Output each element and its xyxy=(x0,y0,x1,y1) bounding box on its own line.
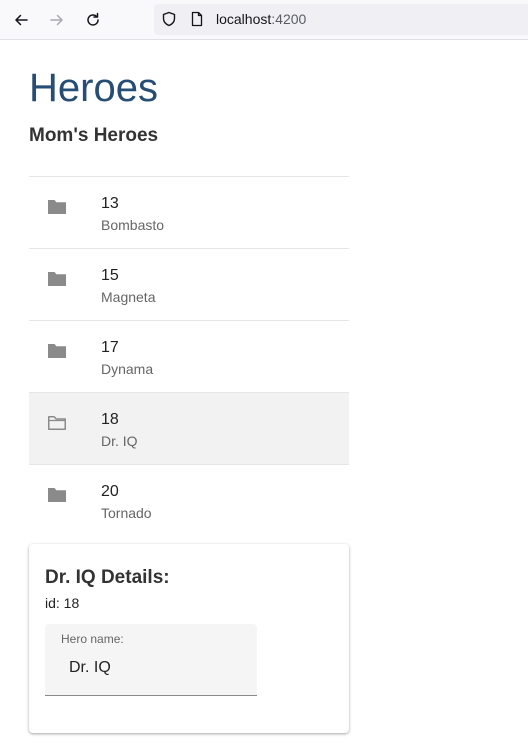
page-title: Heroes xyxy=(29,66,158,110)
url-host: localhost xyxy=(216,11,272,27)
details-title: Dr. IQ Details: xyxy=(45,567,170,588)
arrow-right-icon xyxy=(50,14,63,26)
arrow-left-icon xyxy=(15,14,28,26)
hero-name-input[interactable] xyxy=(61,656,249,680)
folder-open-outline-icon xyxy=(45,411,69,435)
hero-id: 17 xyxy=(101,339,119,356)
hero-list-item[interactable]: 17 Dynama xyxy=(29,321,349,393)
hero-name-field[interactable]: Hero name: xyxy=(45,624,257,696)
hero-name-label: Hero name: xyxy=(61,632,124,646)
url-bar[interactable]: localhost:4200 xyxy=(154,4,528,35)
hero-name: Dr. IQ xyxy=(101,433,138,449)
folder-icon xyxy=(45,483,69,507)
hero-id: 15 xyxy=(101,267,119,284)
hero-list-item[interactable]: 20 Tornado xyxy=(29,465,349,536)
hero-list-item[interactable]: 15 Magneta xyxy=(29,249,349,321)
hero-list: 13 Bombasto 15 Magneta 17 Dynama 18 Dr. … xyxy=(29,176,349,536)
browser-toolbar: localhost:4200 xyxy=(0,0,528,40)
list-title: Mom's Heroes xyxy=(29,125,159,146)
url-port: :4200 xyxy=(271,11,307,27)
hero-name: Magneta xyxy=(101,289,156,305)
hero-name: Dynama xyxy=(101,361,154,377)
back-button[interactable] xyxy=(8,7,34,33)
hero-id: 20 xyxy=(101,483,119,500)
reload-button[interactable] xyxy=(80,7,106,33)
hero-list-item-selected[interactable]: 18 Dr. IQ xyxy=(29,393,349,465)
folder-icon xyxy=(45,339,69,363)
page-icon[interactable] xyxy=(189,11,205,27)
hero-id: 13 xyxy=(101,195,119,212)
reload-icon xyxy=(87,12,99,26)
hero-name: Tornado xyxy=(101,505,152,521)
url-text[interactable]: localhost:4200 xyxy=(216,11,306,28)
shield-icon[interactable] xyxy=(161,11,177,27)
details-id: id: 18 xyxy=(45,595,80,611)
hero-details-card: Dr. IQ Details: id: 18 Hero name: xyxy=(29,544,349,733)
folder-icon xyxy=(45,267,69,291)
folder-icon xyxy=(45,195,69,219)
hero-list-item[interactable]: 13 Bombasto xyxy=(29,177,349,249)
forward-button[interactable] xyxy=(44,7,70,33)
hero-id: 18 xyxy=(101,411,119,428)
hero-name: Bombasto xyxy=(101,217,165,233)
